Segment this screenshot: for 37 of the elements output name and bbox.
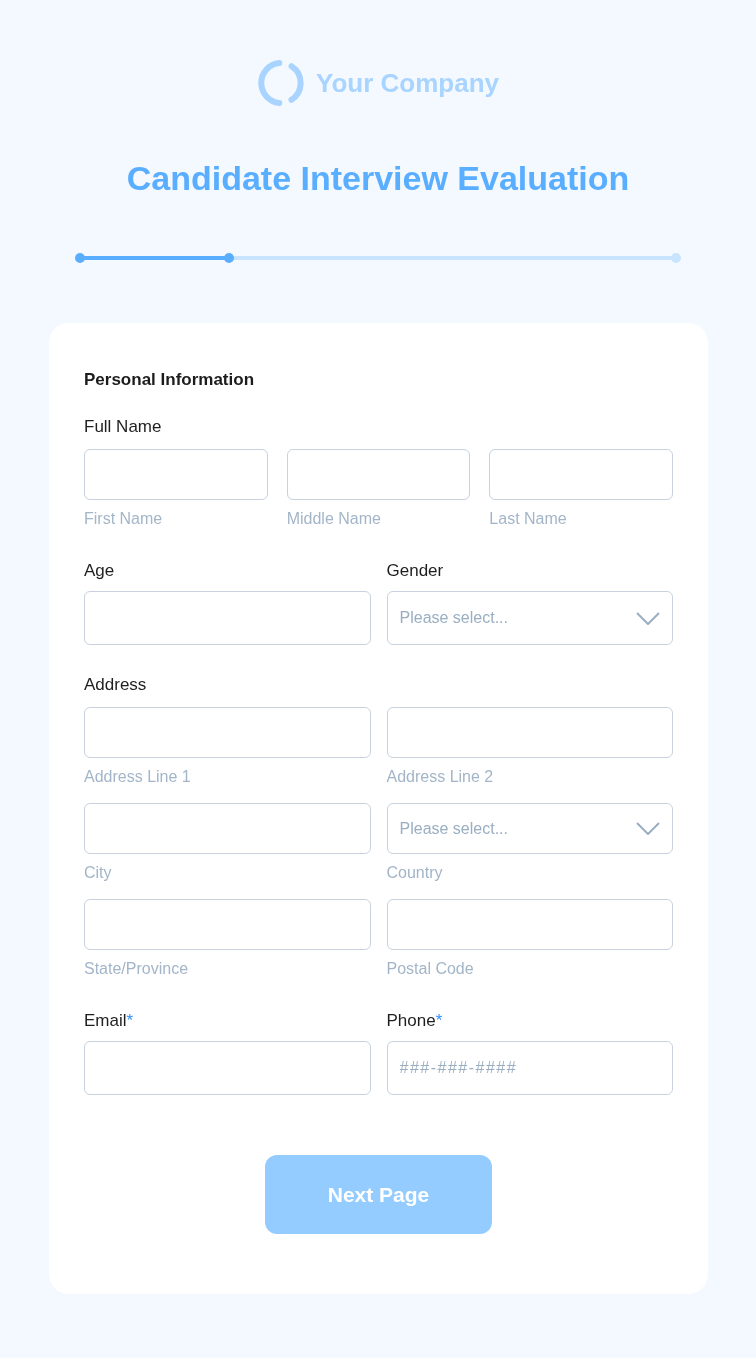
field-caption: Middle Name [286,509,382,529]
input-field[interactable] [386,707,673,758]
input-field[interactable] [84,803,371,854]
field-caption: Address Line 1 [84,767,192,787]
dropdown-field[interactable]: Please select... [386,803,673,854]
input-field[interactable] [489,449,673,500]
input-field[interactable]: ###-###-#### [386,1041,673,1095]
chevron-down-icon [636,822,660,835]
section-title: Personal Information [84,369,256,391]
group-label: Address [84,674,148,696]
field-caption: State/Province [84,959,190,979]
company-name: Your Company [316,67,499,99]
field-caption: Address Line 2 [386,767,495,787]
group-label: Full Name [84,416,163,438]
input-field[interactable] [286,449,471,500]
input-field[interactable] [84,591,371,645]
step-dot-icon [224,253,234,263]
input-field[interactable] [84,449,268,500]
input-field[interactable] [84,1041,371,1095]
step-dot-icon [75,253,85,263]
field-caption: Last Name [489,509,568,529]
field-caption: First Name [84,509,164,529]
field-label: Phone* [386,1010,444,1032]
logo-ring-icon [257,59,305,107]
dropdown-field[interactable]: Please select... [386,591,673,645]
field-caption: Postal Code [386,959,475,979]
field-label: Age [84,560,116,582]
field-label: Email* [84,1010,135,1032]
input-field[interactable] [84,899,371,950]
page-title: Candidate Interview Evaluation [125,158,631,198]
field-label: Gender [386,560,445,582]
next-page-button[interactable]: Next Page [265,1155,492,1234]
field-caption: Country [386,863,444,883]
input-field[interactable] [386,899,673,950]
field-caption: City [84,863,113,883]
input-field[interactable] [84,707,371,758]
chevron-down-icon [636,611,660,625]
